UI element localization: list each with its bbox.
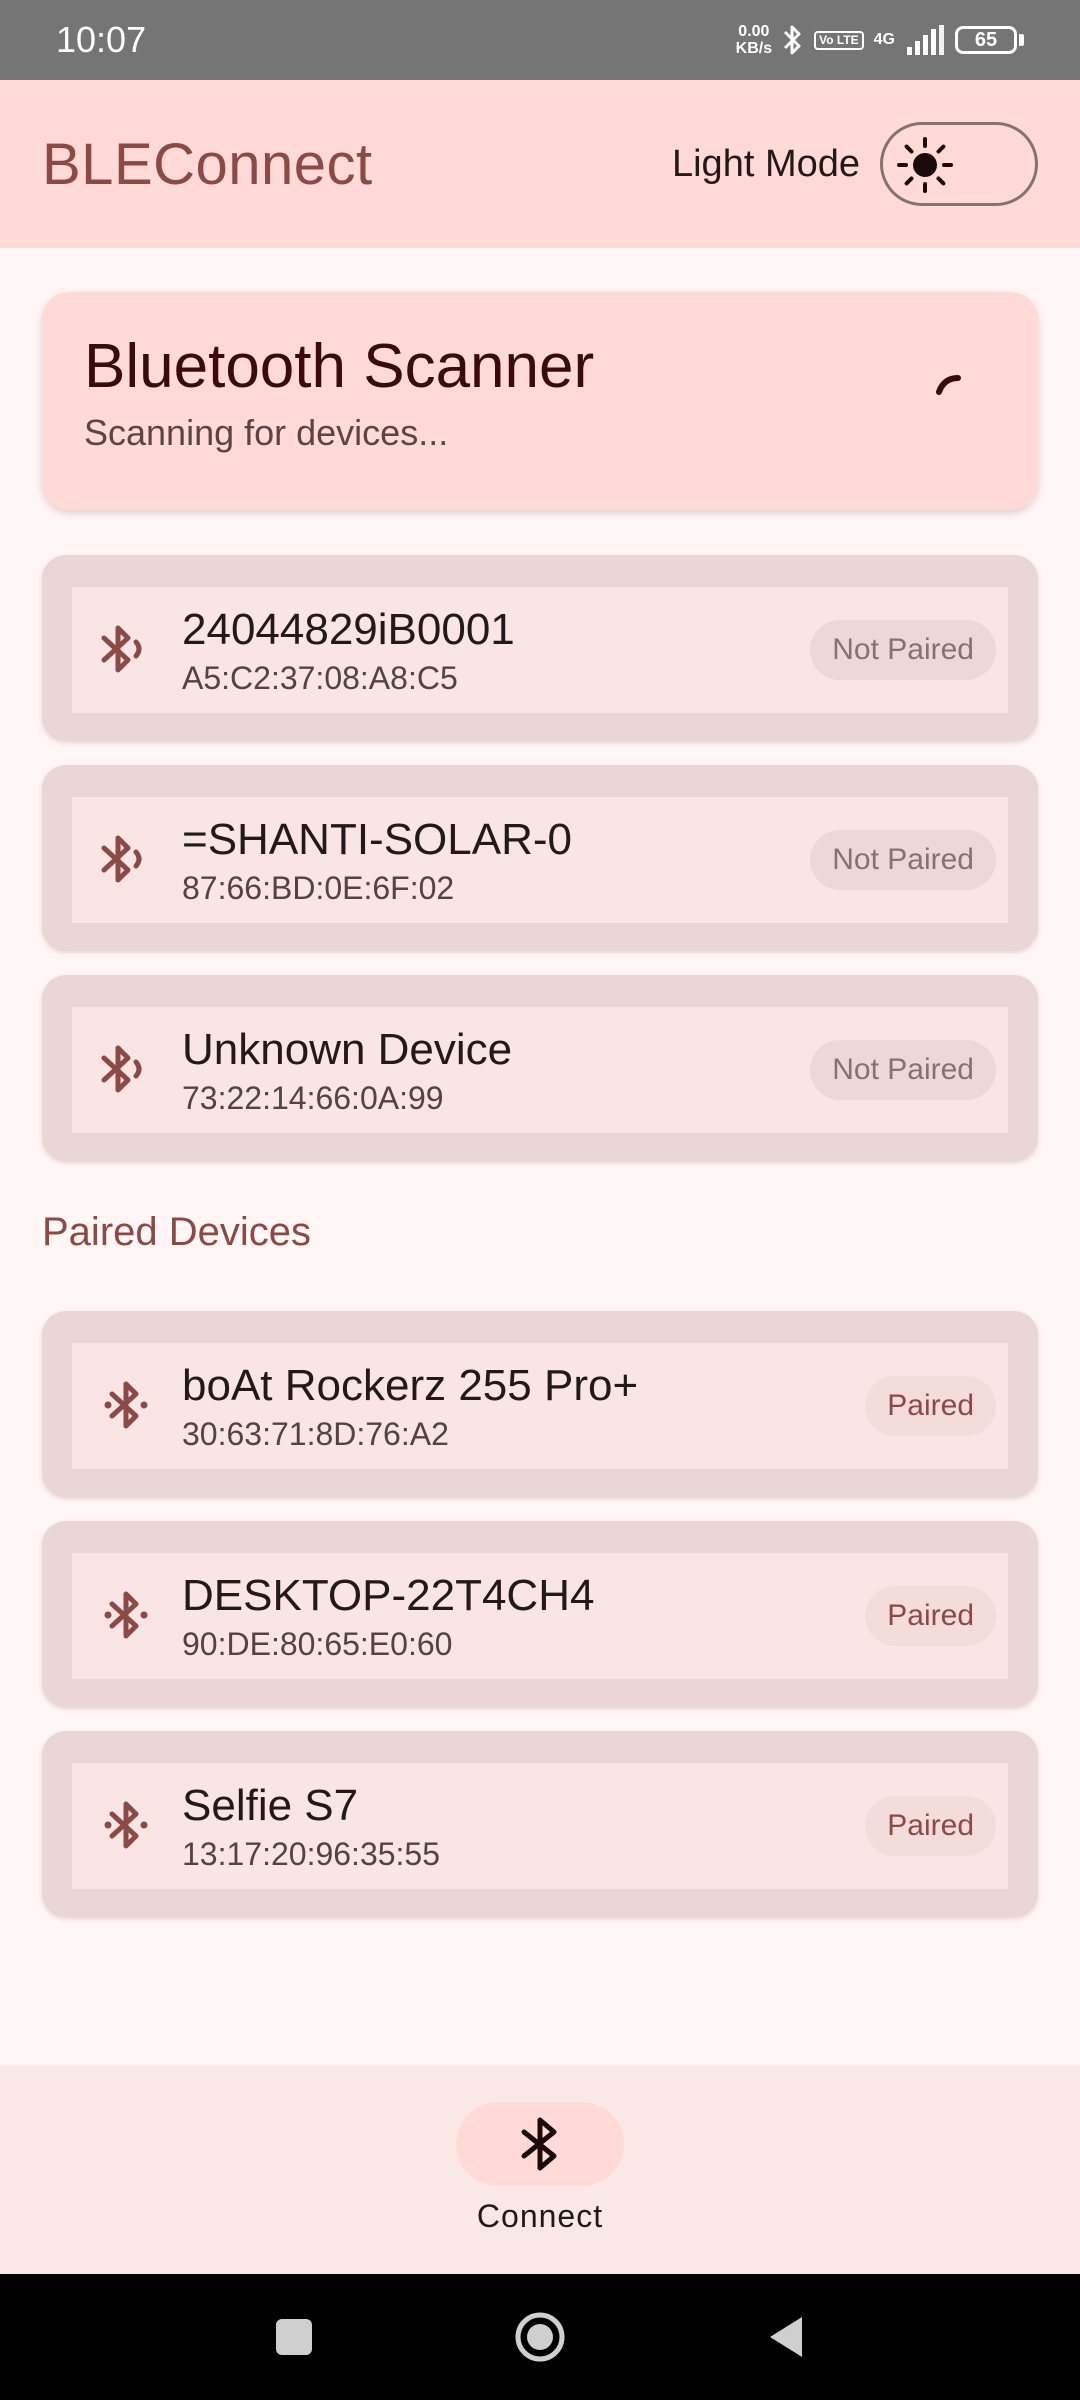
device-name: 24044829iB0001: [182, 604, 515, 654]
device-row[interactable]: Unknown Device 73:22:14:66:0A:99 Not Pai…: [72, 1007, 1008, 1133]
battery-level: 65: [955, 26, 1017, 54]
network-speed: 0.00 KB/s: [736, 23, 772, 57]
bluetooth-connected-icon: [104, 1801, 148, 1849]
connect-nav-button[interactable]: [456, 2102, 624, 2186]
progress-spinner-icon: [936, 375, 961, 395]
network-speed-value: 0.00: [738, 23, 770, 40]
device-name: boAt Rockerz 255 Pro+: [182, 1360, 639, 1410]
bluetooth-searching-icon: [101, 625, 142, 673]
device-card[interactable]: Unknown Device 73:22:14:66:0A:99 Not Pai…: [42, 975, 1038, 1161]
device-row[interactable]: DESKTOP-22T4CH4 90:DE:80:65:E0:60 Paired: [72, 1553, 1008, 1679]
paired-devices-heading: Paired Devices: [42, 1210, 312, 1254]
paired-device-card[interactable]: Selfie S7 13:17:20:96:35:55 Paired: [42, 1731, 1038, 1917]
bluetooth-connected-icon: [104, 1591, 148, 1639]
sun-icon: [897, 137, 953, 193]
network-speed-unit: KB/s: [735, 40, 773, 57]
status-icons: 0.00 KB/s Vo LTE 4G 65: [736, 23, 1024, 57]
theme-mode-group: Light Mode: [672, 122, 1038, 206]
paired-device-card[interactable]: DESKTOP-22T4CH4 90:DE:80:65:E0:60 Paired: [42, 1521, 1038, 1707]
device-mac: 30:63:71:8D:76:A2: [182, 1415, 449, 1452]
device-row[interactable]: Selfie S7 13:17:20:96:35:55 Paired: [72, 1763, 1008, 1889]
battery-icon: 65: [955, 26, 1024, 54]
home-icon[interactable]: [514, 2311, 566, 2363]
network-type: 4G: [873, 31, 895, 48]
bluetooth-status-icon: [784, 25, 801, 55]
status-bar: 10:07 0.00 KB/s Vo LTE 4G 65: [0, 0, 1080, 80]
recents-icon[interactable]: [274, 2317, 314, 2357]
device-card[interactable]: 24044829iB0001 A5:C2:37:08:A8:C5 Not Pai…: [42, 555, 1038, 741]
device-row[interactable]: boAt Rockerz 255 Pro+ 30:63:71:8D:76:A2 …: [72, 1343, 1008, 1469]
device-name: Selfie S7: [182, 1780, 359, 1830]
scanner-card: Bluetooth Scanner Scanning for devices..…: [42, 292, 1038, 510]
bluetooth-icon: [521, 2117, 557, 2171]
system-navigation-bar: [0, 2274, 1080, 2400]
mode-label: Light Mode: [671, 142, 860, 185]
scanner-title: Bluetooth Scanner: [84, 332, 595, 401]
device-row[interactable]: =SHANTI-SOLAR-0 87:66:BD:0E:6F:02 Not Pa…: [72, 797, 1008, 923]
device-name: DESKTOP-22T4CH4: [182, 1570, 595, 1620]
bottom-navigation: Connect: [0, 2066, 1080, 2274]
pairing-status-badge: Not Paired: [810, 620, 996, 680]
device-mac: 87:66:BD:0E:6F:02: [182, 869, 455, 906]
device-row[interactable]: 24044829iB0001 A5:C2:37:08:A8:C5 Not Pai…: [72, 587, 1008, 713]
status-time: 10:07: [56, 19, 147, 60]
bluetooth-searching-icon: [101, 835, 142, 883]
app-title: BLEConnect: [42, 131, 373, 197]
scanner-status: Scanning for devices...: [84, 412, 449, 453]
volte-icon: Vo LTE: [814, 30, 864, 50]
paired-device-card[interactable]: boAt Rockerz 255 Pro+ 30:63:71:8D:76:A2 …: [42, 1311, 1038, 1497]
back-icon[interactable]: [766, 2315, 806, 2359]
device-mac: 13:17:20:96:35:55: [182, 1835, 441, 1872]
signal-icon: [907, 25, 944, 55]
pairing-status-badge: Paired: [865, 1796, 996, 1856]
device-mac: 90:DE:80:65:E0:60: [182, 1625, 453, 1662]
theme-toggle-switch[interactable]: [880, 122, 1038, 206]
device-name: =SHANTI-SOLAR-0: [182, 814, 572, 864]
device-mac: 73:22:14:66:0A:99: [182, 1079, 444, 1116]
connect-nav-label: Connect: [476, 2198, 604, 2234]
pairing-status-badge: Paired: [865, 1376, 996, 1436]
app-bar: BLEConnect Light Mode: [0, 80, 1080, 248]
device-card[interactable]: =SHANTI-SOLAR-0 87:66:BD:0E:6F:02 Not Pa…: [42, 765, 1038, 951]
pairing-status-badge: Not Paired: [810, 830, 996, 890]
pairing-status-badge: Not Paired: [810, 1040, 996, 1100]
pairing-status-badge: Paired: [865, 1586, 996, 1646]
device-name: Unknown Device: [182, 1024, 513, 1074]
bluetooth-connected-icon: [104, 1381, 148, 1429]
bluetooth-searching-icon: [101, 1045, 142, 1093]
device-mac: A5:C2:37:08:A8:C5: [182, 659, 458, 696]
